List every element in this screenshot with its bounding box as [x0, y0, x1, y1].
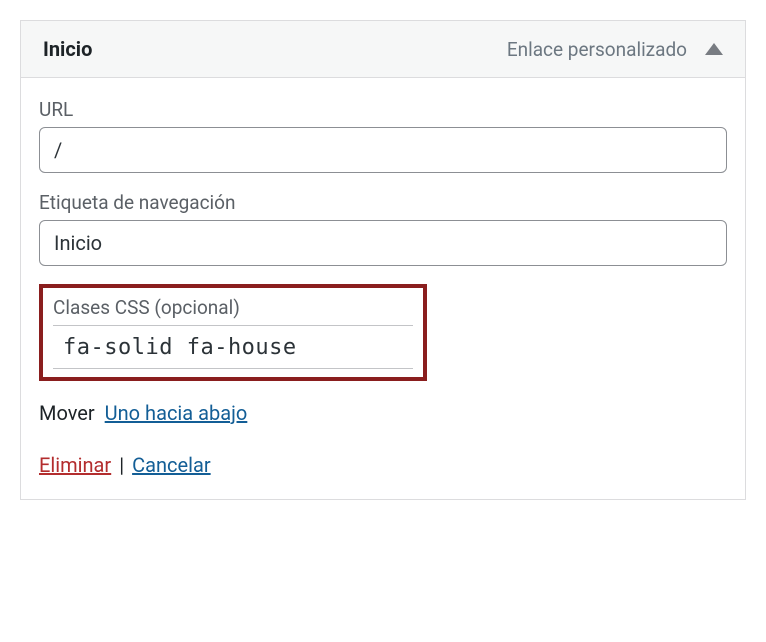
cancel-link[interactable]: Cancelar	[132, 453, 211, 477]
panel-header[interactable]: Inicio Enlace personalizado	[21, 21, 745, 78]
move-row: Mover Uno hacia abajo	[39, 401, 727, 425]
css-classes-input[interactable]	[53, 325, 413, 369]
actions-separator: |	[119, 453, 124, 477]
nav-label-label: Etiqueta de navegación	[39, 191, 727, 214]
menu-item-panel: Inicio Enlace personalizado URL Etiqueta…	[20, 20, 746, 500]
delete-link[interactable]: Eliminar	[39, 453, 111, 477]
url-field: URL	[39, 98, 727, 173]
panel-type-wrap: Enlace personalizado	[507, 38, 723, 61]
url-label: URL	[39, 98, 727, 121]
panel-type-label: Enlace personalizado	[507, 38, 687, 61]
panel-title: Inicio	[43, 37, 92, 61]
move-label: Mover	[39, 401, 95, 425]
css-classes-highlight: Clases CSS (opcional)	[39, 284, 427, 381]
move-down-link[interactable]: Uno hacia abajo	[105, 401, 248, 425]
chevron-up-icon	[705, 43, 723, 55]
actions-row: Eliminar | Cancelar	[39, 453, 727, 477]
panel-body: URL Etiqueta de navegación Clases CSS (o…	[21, 78, 745, 499]
css-classes-label: Clases CSS (opcional)	[53, 296, 413, 319]
nav-label-field: Etiqueta de navegación	[39, 191, 727, 266]
url-input[interactable]	[39, 127, 727, 173]
nav-label-input[interactable]	[39, 220, 727, 266]
